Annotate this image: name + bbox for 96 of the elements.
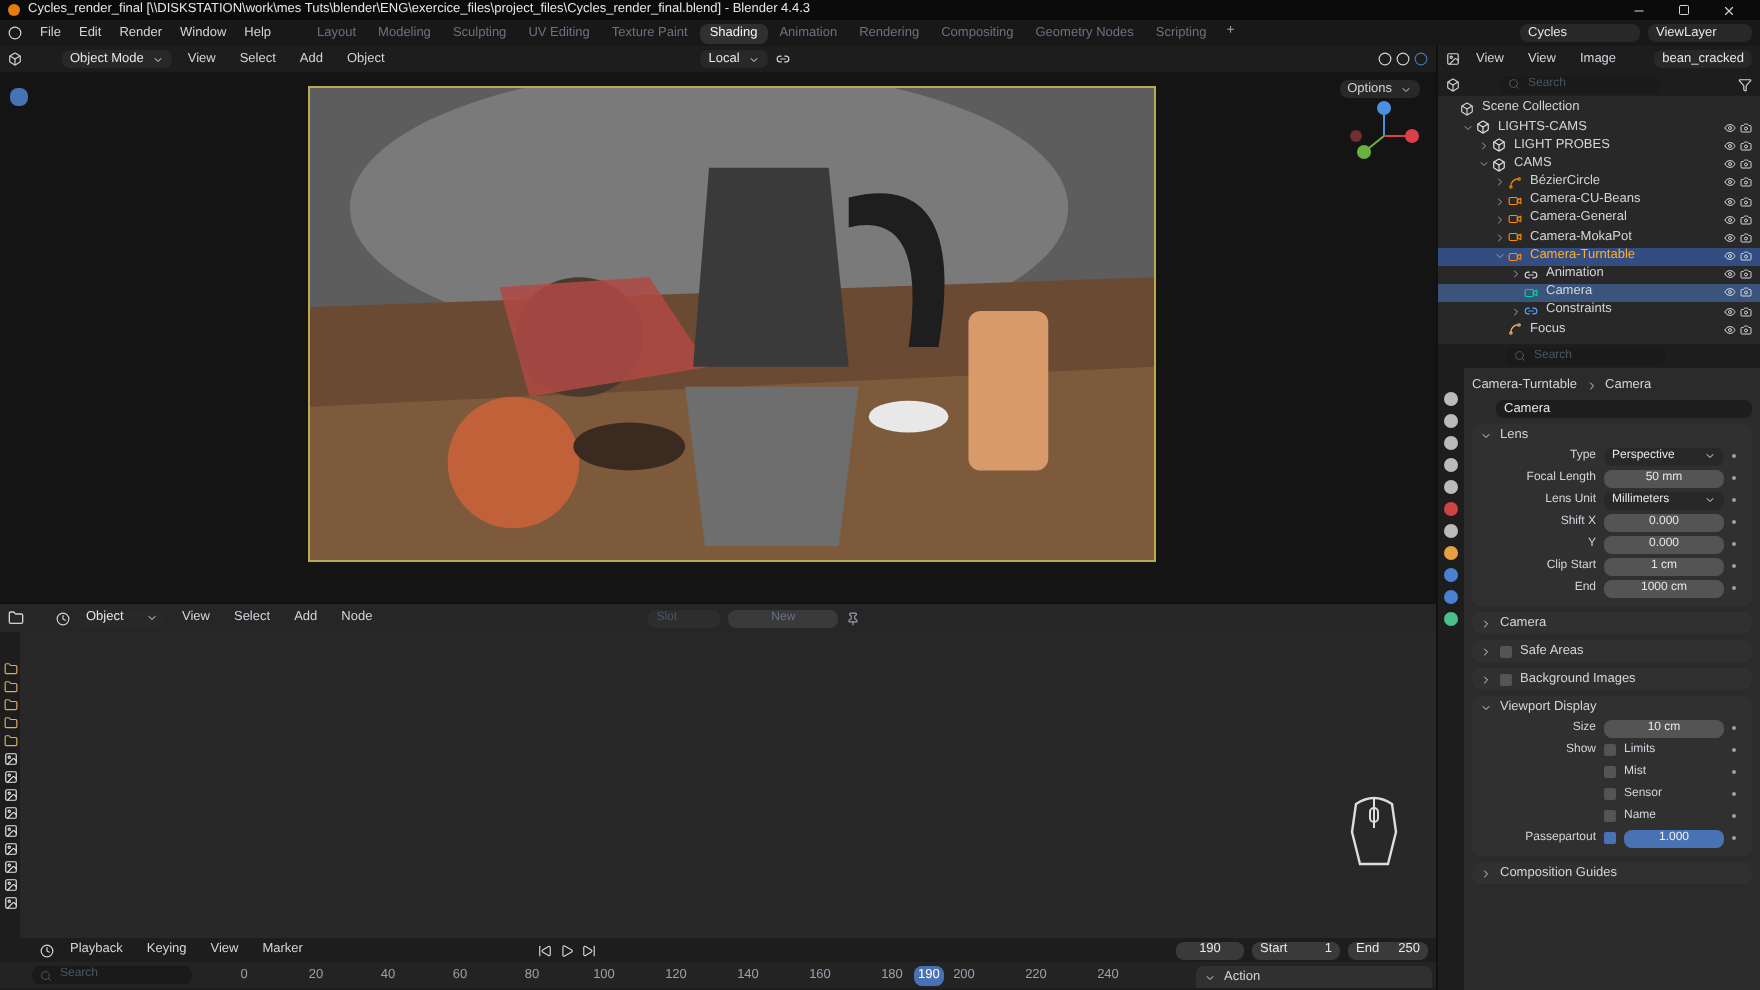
expand-icon[interactable] (1478, 158, 1490, 171)
pin-icon[interactable] (846, 611, 861, 625)
eye-icon[interactable] (1724, 213, 1736, 226)
empty-icon (1508, 322, 1522, 337)
caret-icon (151, 53, 164, 65)
expand-icon[interactable] (1480, 429, 1492, 441)
collapse-icon[interactable] (1478, 139, 1490, 152)
image-icon[interactable] (3, 788, 17, 802)
checkbox[interactable] (1604, 788, 1616, 800)
checkbox[interactable] (1500, 645, 1512, 657)
folder-icon[interactable] (3, 680, 17, 694)
close-icon[interactable] (1722, 3, 1736, 17)
camera-icon (1524, 285, 1538, 300)
camera-icon[interactable] (1740, 305, 1752, 318)
checkbox[interactable] (1500, 673, 1512, 685)
collapse-icon[interactable] (1494, 195, 1506, 208)
search-icon (1514, 350, 1526, 362)
camera-icon[interactable] (1740, 286, 1752, 299)
curve-icon (1508, 175, 1522, 190)
eye-icon[interactable] (1724, 139, 1736, 152)
camera-icon (1508, 230, 1522, 245)
caret-icon (146, 612, 158, 624)
checkbox[interactable] (1604, 744, 1616, 756)
checkbox[interactable] (1604, 810, 1616, 822)
eye-icon[interactable] (1724, 323, 1736, 336)
image-icon[interactable] (3, 824, 17, 838)
camera-icon[interactable] (1740, 139, 1752, 152)
image-icon[interactable] (3, 842, 17, 856)
collapse-icon[interactable] (1510, 268, 1522, 281)
folder-icon[interactable] (3, 662, 17, 676)
collection-icon (1476, 120, 1490, 135)
search-icon (40, 969, 52, 981)
editor-type-icon[interactable] (40, 943, 54, 957)
display-mode-icon[interactable] (1446, 77, 1460, 91)
editor-type-icon[interactable] (8, 52, 22, 66)
folder-icon[interactable] (8, 610, 24, 626)
expand-icon[interactable] (1462, 121, 1474, 134)
folder-icon[interactable] (3, 716, 17, 730)
eye-icon[interactable] (1724, 268, 1736, 281)
maximize-icon[interactable] (1678, 3, 1690, 15)
caret-icon (747, 53, 760, 65)
camera-icon[interactable] (1740, 268, 1752, 281)
folder-icon[interactable] (3, 734, 17, 748)
collection-icon (1492, 138, 1506, 153)
jump-end-icon[interactable] (582, 943, 597, 957)
eye-icon[interactable] (1724, 158, 1736, 171)
camera-icon[interactable] (1740, 158, 1752, 171)
collapse-icon[interactable] (1494, 231, 1506, 244)
image-icon[interactable] (3, 752, 17, 766)
caret-icon (1704, 450, 1716, 462)
image-icon[interactable] (3, 770, 17, 784)
eye-icon[interactable] (1724, 286, 1736, 299)
camera-icon[interactable] (1740, 323, 1752, 336)
collapse-icon[interactable] (1480, 617, 1492, 629)
eye-icon[interactable] (1724, 176, 1736, 189)
collapse-icon[interactable] (1510, 305, 1522, 318)
collapse-icon[interactable] (1494, 213, 1506, 226)
camera-icon[interactable] (1740, 213, 1752, 226)
collapse-icon[interactable] (1480, 867, 1492, 879)
collapse-icon[interactable] (1480, 645, 1492, 657)
eye-icon[interactable] (1724, 195, 1736, 208)
folder-icon[interactable] (3, 698, 17, 712)
eye-icon[interactable] (1724, 250, 1736, 263)
collapse-icon[interactable] (1494, 176, 1506, 189)
caret-icon (1704, 494, 1716, 506)
tool-icon[interactable] (9, 88, 27, 106)
caret-icon (1204, 971, 1216, 983)
camera-icon[interactable] (1740, 195, 1752, 208)
editor-type-icon[interactable] (1446, 52, 1460, 66)
caret-icon (1400, 83, 1412, 95)
camera-icon[interactable] (1740, 176, 1752, 189)
camera-icon[interactable] (1740, 250, 1752, 263)
play-icon[interactable] (560, 943, 575, 957)
image-icon[interactable] (3, 860, 17, 874)
camera-icon[interactable] (1740, 121, 1752, 134)
checkbox[interactable] (1604, 832, 1616, 844)
camera-icon (1508, 249, 1522, 264)
eye-icon[interactable] (1724, 231, 1736, 244)
camera-icon (1508, 194, 1522, 209)
camera-icon[interactable] (1740, 231, 1752, 244)
image-icon[interactable] (3, 806, 17, 820)
editor-type-icon[interactable] (56, 611, 70, 625)
collection-icon (1460, 102, 1474, 117)
camera-icon (1508, 212, 1522, 227)
chevron-icon (1585, 379, 1598, 391)
eye-icon[interactable] (1724, 305, 1736, 318)
checkbox[interactable] (1604, 766, 1616, 778)
collection-icon (1492, 157, 1506, 172)
jump-start-icon[interactable] (538, 943, 553, 957)
search-icon (1508, 78, 1520, 90)
expand-icon[interactable] (1480, 701, 1492, 713)
collapse-icon[interactable] (1480, 673, 1492, 685)
image-icon[interactable] (3, 896, 17, 910)
filter-icon[interactable] (1738, 77, 1752, 91)
eye-icon[interactable] (1724, 121, 1736, 134)
image-icon[interactable] (3, 878, 17, 892)
